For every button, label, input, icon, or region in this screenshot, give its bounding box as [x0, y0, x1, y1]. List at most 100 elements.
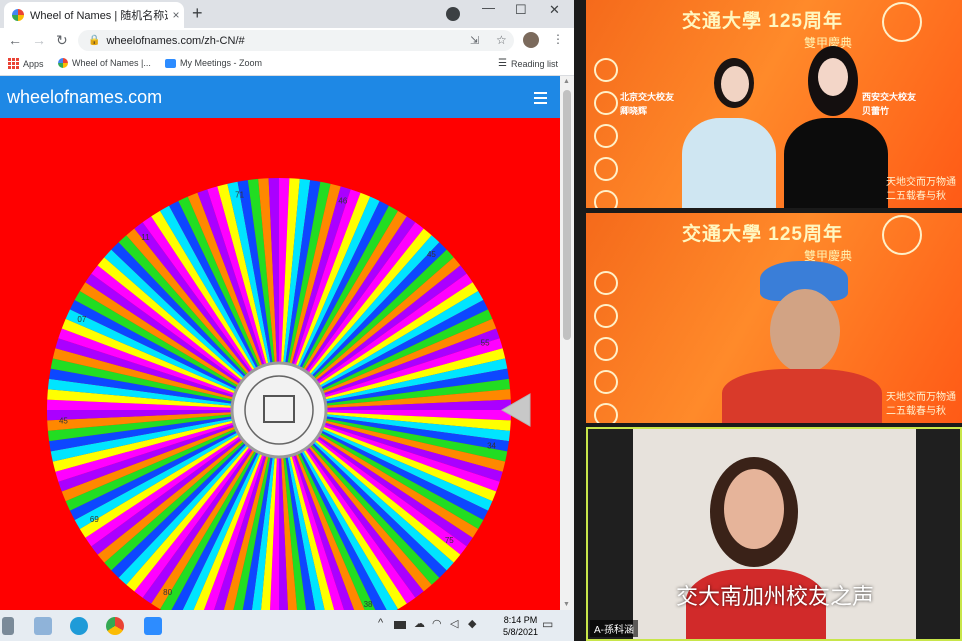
banner-title: 交通大學 125周年 [682, 224, 843, 245]
address-bar[interactable]: 🔒 wheelofnames.com/zh-CN/# [78, 30, 514, 51]
scroll-down-icon[interactable]: ▼ [563, 601, 570, 608]
wheel-entry-label: 80 [163, 588, 172, 597]
wheel-entry-label: 34 [487, 441, 496, 450]
tray-chevron-icon[interactable]: ^ [378, 617, 383, 629]
corner-line-2: 二五载春与秋 [886, 406, 946, 417]
seal-icon [594, 58, 618, 82]
reading-list-icon: ☰ [498, 58, 507, 69]
wheel-hub[interactable] [230, 361, 328, 459]
seal-column [594, 271, 618, 423]
seal-icon [594, 271, 618, 295]
video-tile-1[interactable]: 交通大學 125周年 雙甲慶典 北京交大校友 卿晓辉 西安交大校友 贝蕾竹 天地… [586, 0, 962, 208]
participant-name: A-孫科涵 [590, 620, 638, 637]
notifications-icon[interactable]: ▭ [542, 617, 553, 631]
seal-icon [594, 370, 618, 394]
wheel-entry-label: 38 [364, 600, 373, 609]
seal-icon [594, 157, 618, 181]
bookmark-zoom-label: My Meetings - Zoom [180, 58, 263, 68]
clock-date: 5/8/2021 [502, 627, 538, 637]
app-icon[interactable] [34, 617, 52, 635]
tab-close-icon[interactable]: × [168, 8, 184, 22]
bookmark-wheel[interactable]: Wheel of Names |... [58, 58, 151, 68]
wheel-svg[interactable]: 46455534753899806945071171 [0, 118, 560, 641]
wifi-icon[interactable]: ◠ [432, 617, 442, 630]
corner-line-1: 天地交而万物通 [886, 177, 956, 188]
bookmark-apps-label: Apps [23, 58, 44, 69]
wheel-entry-label: 69 [90, 515, 99, 524]
battery-icon[interactable] [394, 621, 406, 629]
seal-icon [594, 403, 618, 423]
seal-icon [594, 124, 618, 148]
scroll-up-icon[interactable]: ▲ [563, 78, 570, 85]
wheel-entry-label: 55 [481, 338, 490, 347]
school-seal-icon [882, 215, 922, 255]
page-scrollbar[interactable]: ▲ ▼ [560, 76, 574, 610]
clock-time: 8:14 PM [503, 615, 538, 625]
seal-icon [594, 304, 618, 328]
seal-column [594, 58, 618, 208]
banner-corner: 天地交而万物通 二五载春与秋 [886, 391, 956, 419]
cloud-icon[interactable]: ☁ [414, 617, 425, 630]
tab-strip: Wheel of Names | 随机名称选择器 × + — ☐ ✕ [0, 0, 574, 28]
windows-taskbar: ^ ☁ ◠ ◁ ◆ 8:14 PM 5/8/2021 ▭ [0, 610, 574, 641]
forward-button[interactable]: → [32, 32, 46, 48]
seal-icon [594, 91, 618, 115]
zoom-app-icon[interactable] [144, 617, 162, 635]
install-icon[interactable]: ⇲ [470, 34, 479, 47]
url-text: wheelofnames.com/zh-CN/# [106, 34, 245, 47]
hamburger-menu-icon[interactable] [534, 92, 547, 107]
chrome-icon[interactable] [106, 617, 124, 635]
corner-line-1: 天地交而万物通 [886, 392, 956, 403]
profile-avatar[interactable] [523, 32, 539, 48]
wheel-favicon-icon [12, 9, 24, 21]
bookmark-wheel-label: Wheel of Names |... [72, 58, 151, 68]
tab-title: Wheel of Names | 随机名称选择器 [30, 10, 168, 22]
profile-menu-icon[interactable] [446, 7, 460, 21]
corner-line-2: 二五载春与秋 [886, 191, 946, 202]
bookmark-star-icon[interactable]: ☆ [496, 33, 507, 47]
label-left: 北京交大校友 卿晓辉 [620, 92, 675, 116]
close-window-button[interactable]: ✕ [549, 2, 560, 18]
browser-window: Wheel of Names | 随机名称选择器 × + — ☐ ✕ ← → ↻… [0, 0, 574, 641]
bookmark-zoom[interactable]: My Meetings - Zoom [165, 58, 262, 68]
wheel-entry-label: 46 [338, 197, 347, 206]
back-button[interactable]: ← [8, 32, 22, 48]
reload-button[interactable]: ↻ [56, 32, 68, 49]
explorer-icon[interactable] [2, 617, 14, 635]
banner-title: 交通大學 125周年 [682, 11, 843, 32]
site-header: wheelofnames.com [0, 76, 560, 118]
edge-icon[interactable] [70, 617, 88, 635]
seal-icon [594, 337, 618, 361]
wheel-entry-label: 45 [59, 416, 68, 425]
volume-icon[interactable]: ◁ [450, 617, 458, 630]
scroll-thumb[interactable] [563, 90, 571, 340]
browser-toolbar: ← → ↻ 🔒 wheelofnames.com/zh-CN/# ⇲ ☆ ⋮ [0, 28, 574, 53]
site-brand[interactable]: wheelofnames.com [7, 87, 162, 108]
reading-list[interactable]: ☰ Reading list [498, 58, 558, 69]
apps-grid-icon [8, 58, 19, 69]
taskbar-clock[interactable]: 8:14 PM 5/8/2021 [503, 614, 538, 638]
label-right: 西安交大校友 贝蕾竹 [862, 92, 917, 116]
zoom-icon [165, 58, 176, 68]
kebab-menu-icon[interactable]: ⋮ [552, 32, 564, 46]
wheel-entry-label: 71 [235, 191, 244, 200]
bookmarks-bar: Apps Wheel of Names |... My Meetings - Z… [0, 53, 574, 76]
wheel-stage: 46455534753899806945071171 [0, 118, 560, 641]
new-tab-button[interactable]: + [192, 3, 203, 24]
browser-tab[interactable]: Wheel of Names | 随机名称选择器 × [4, 2, 184, 28]
zoom-gallery: 交通大學 125周年 雙甲慶典 北京交大校友 卿晓辉 西安交大校友 贝蕾竹 天地… [574, 0, 962, 641]
wheel-favicon-icon [58, 58, 68, 68]
banner-corner: 天地交而万物通 二五载春与秋 [886, 176, 956, 204]
maximize-button[interactable]: ☐ [515, 2, 527, 18]
video-tile-2[interactable]: 交通大學 125周年 雙甲慶典 天地交而万物通 二五载春与秋 [586, 213, 962, 423]
bookmark-apps[interactable]: Apps [8, 58, 44, 69]
minimize-button[interactable]: — [482, 0, 495, 15]
wheel-entry-label: 11 [141, 233, 150, 242]
video-tile-3-active[interactable]: 交大南加州校友之声 A-孫科涵 [586, 427, 962, 641]
dropbox-icon[interactable]: ◆ [468, 617, 476, 630]
seal-icon [594, 190, 618, 208]
wheel-entry-label: 07 [77, 315, 86, 324]
wechat-watermark: 交大南加州校友之声 [676, 584, 875, 609]
reading-list-label: Reading list [510, 58, 558, 69]
wheel-entry-label: 45 [427, 250, 436, 259]
